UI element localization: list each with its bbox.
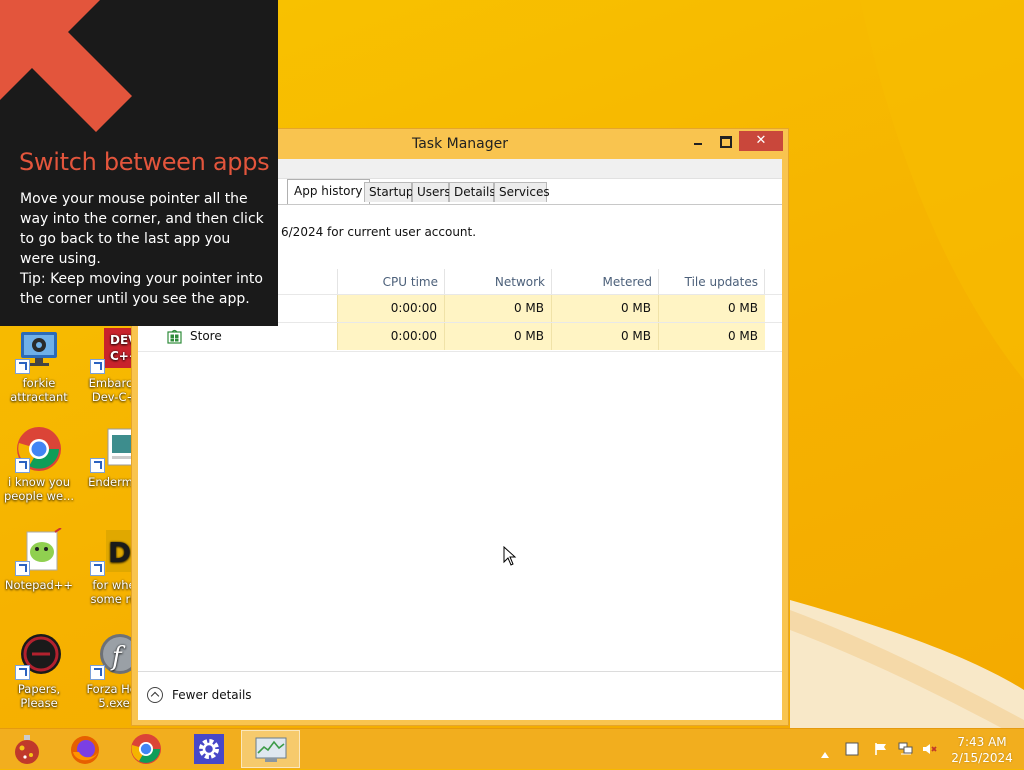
cpu-time-cell: 0:00:00 bbox=[337, 295, 444, 322]
mouse-cursor-icon bbox=[503, 546, 517, 566]
action-center-flag-icon[interactable] bbox=[874, 741, 888, 755]
store-icon bbox=[167, 329, 182, 344]
metered-network-cell: 0 MB bbox=[551, 323, 658, 350]
network-cell: 0 MB bbox=[444, 323, 551, 350]
chevron-up-icon[interactable] bbox=[147, 687, 163, 703]
desktop-icon-papers-please[interactable]: Papers, Please bbox=[1, 632, 77, 710]
clock[interactable]: 7:43 AM 2/15/2024 bbox=[948, 734, 1016, 766]
cpu-time-cell: 0:00:00 bbox=[337, 323, 444, 350]
desktop-icon-label: forkie attractant bbox=[10, 376, 68, 404]
show-hidden-icons-chevron-up-icon[interactable] bbox=[820, 744, 830, 758]
taskbar-app-settings[interactable] bbox=[180, 730, 236, 768]
column-header-cpu-time[interactable]: CPU time bbox=[337, 269, 444, 294]
fewer-details-link[interactable]: Fewer details bbox=[172, 688, 252, 702]
desktop-icon-notepadpp[interactable]: Notepad++ bbox=[1, 527, 77, 592]
app-name: Store bbox=[190, 329, 222, 343]
maximize-button[interactable] bbox=[712, 131, 738, 151]
table-row[interactable]: Store 0:00:00 0 MB 0 MB 0 MB bbox=[138, 322, 782, 352]
footer-bar: Fewer details bbox=[138, 671, 782, 720]
app-history-description: 6/2024 for current user account. bbox=[281, 225, 477, 239]
firefox-icon bbox=[69, 734, 101, 770]
metered-network-cell: 0 MB bbox=[551, 295, 658, 322]
tab-app-history[interactable]: App history bbox=[287, 179, 370, 204]
desktop-icon-label: Notepad++ bbox=[4, 578, 74, 592]
desktop-icon-chrome[interactable]: i know you people we... bbox=[1, 425, 77, 503]
christmas-ornament-icon bbox=[11, 733, 43, 769]
shortcut-arrow-icon bbox=[90, 359, 105, 374]
shortcut-arrow-icon bbox=[90, 458, 105, 473]
column-header-metered-network[interactable]: Metered network bbox=[551, 269, 658, 315]
volume-muted-icon[interactable] bbox=[922, 741, 937, 755]
close-icon: ✕ bbox=[755, 133, 767, 148]
tile-updates-cell: 0 MB bbox=[658, 295, 765, 322]
task-manager-icon bbox=[255, 737, 287, 767]
chrome-icon bbox=[15, 425, 63, 473]
column-header-network[interactable]: Network bbox=[444, 269, 551, 294]
settings-monitor-icon bbox=[15, 326, 63, 374]
notepadpp-icon bbox=[15, 527, 63, 576]
tab-services[interactable]: Services bbox=[494, 182, 550, 202]
shortcut-arrow-icon bbox=[15, 359, 30, 374]
taskbar-app-ornament[interactable] bbox=[0, 730, 56, 768]
chrome-icon bbox=[130, 733, 162, 769]
shortcut-arrow-icon bbox=[15, 665, 30, 680]
taskbar: 7:43 AM 2/15/2024 bbox=[0, 728, 1024, 769]
network-icon[interactable] bbox=[898, 741, 913, 755]
network-cell: 0 MB bbox=[444, 295, 551, 322]
taskbar-app-task-manager[interactable] bbox=[241, 730, 300, 768]
svg-text:D: D bbox=[108, 536, 131, 569]
taskbar-app-chrome[interactable] bbox=[119, 730, 175, 768]
tile-updates-cell: 0 MB bbox=[658, 323, 765, 350]
shortcut-arrow-icon bbox=[15, 561, 30, 576]
tray-square-icon[interactable] bbox=[845, 741, 859, 756]
shortcut-arrow-icon bbox=[15, 458, 30, 473]
switch-apps-tip: Switch between apps Move your mouse poin… bbox=[0, 0, 278, 326]
tab-users[interactable]: Users bbox=[412, 182, 451, 202]
shortcut-arrow-icon bbox=[90, 561, 105, 576]
tip-title: Switch between apps bbox=[19, 148, 270, 176]
papers-please-icon bbox=[15, 632, 63, 680]
settings-gear-icon bbox=[193, 733, 225, 769]
close-button[interactable]: ✕ bbox=[739, 131, 783, 151]
minimize-button[interactable] bbox=[684, 131, 710, 151]
tab-details[interactable]: Details bbox=[449, 182, 496, 202]
clock-date: 2/15/2024 bbox=[951, 751, 1013, 765]
column-header-tile-updates[interactable]: Tile updates bbox=[658, 269, 765, 294]
shortcut-arrow-icon bbox=[90, 665, 105, 680]
tip-body: Move your mouse pointer all the way into… bbox=[20, 189, 265, 309]
tab-startup[interactable]: Startup bbox=[364, 182, 414, 202]
desktop-icon-label: i know you people we... bbox=[3, 475, 75, 503]
tip-body-instruction: Move your mouse pointer all the way into… bbox=[20, 191, 264, 267]
clock-time: 7:43 AM bbox=[957, 735, 1007, 749]
tip-body-hint: Tip: Keep moving your pointer into the c… bbox=[20, 271, 263, 307]
taskbar-app-firefox[interactable] bbox=[58, 730, 114, 768]
arrow-up-left-icon bbox=[0, 0, 140, 140]
desktop-icon-forkie[interactable]: forkie attractant bbox=[1, 326, 77, 404]
desktop-icon-label: Papers, Please bbox=[17, 682, 61, 710]
